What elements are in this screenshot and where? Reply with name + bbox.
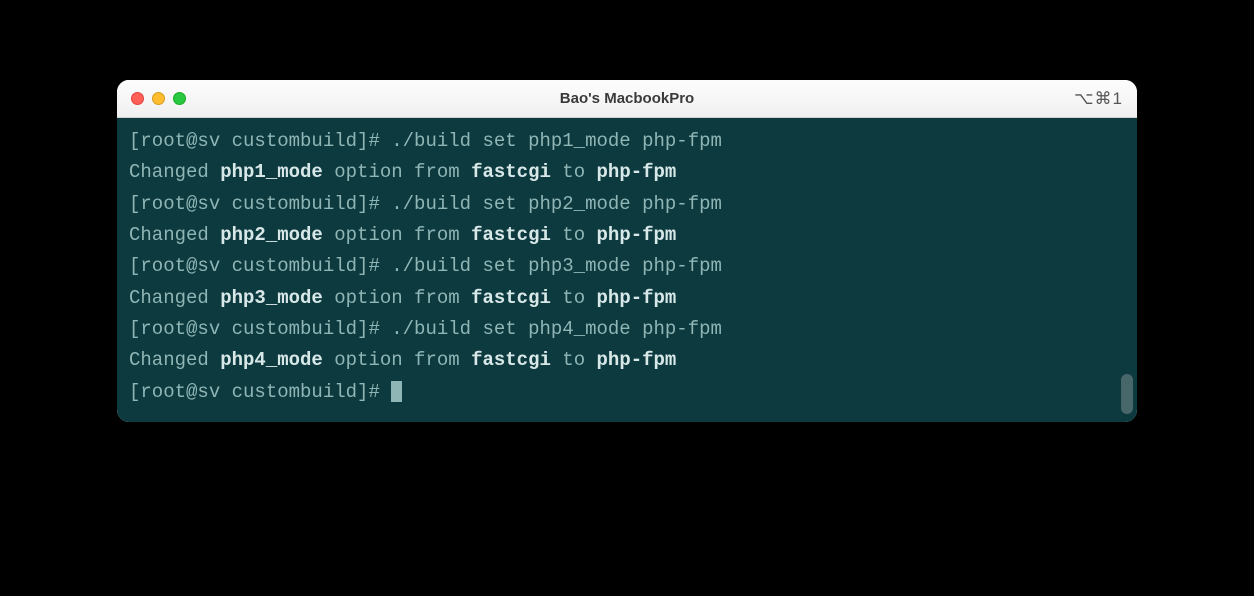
terminal-line: Changed php1_mode option from fastcgi to… <box>129 157 1125 188</box>
terminal-window: Bao's MacbookPro ⌥⌘1 [root@sv custombuil… <box>117 80 1137 422</box>
prompt: [root@sv custombuild]# <box>129 193 391 215</box>
prompt: [root@sv custombuild]# <box>129 255 391 277</box>
terminal-line: [root@sv custombuild]# ./build set php3_… <box>129 251 1125 282</box>
command-text: ./build set php3_mode php-fpm <box>391 255 722 277</box>
shortcut-label: ⌥⌘1 <box>1074 89 1123 109</box>
prompt: [root@sv custombuild]# <box>129 381 391 403</box>
terminal-line: [root@sv custombuild]# ./build set php4_… <box>129 314 1125 345</box>
command-text: ./build set php2_mode php-fpm <box>391 193 722 215</box>
terminal-line: [root@sv custombuild]# ./build set php1_… <box>129 126 1125 157</box>
terminal-line: Changed php4_mode option from fastcgi to… <box>129 345 1125 376</box>
prompt: [root@sv custombuild]# <box>129 318 391 340</box>
terminal-line: [root@sv custombuild]# ./build set php2_… <box>129 189 1125 220</box>
close-icon[interactable] <box>131 92 144 105</box>
command-text: ./build set php4_mode php-fpm <box>391 318 722 340</box>
terminal-line: Changed php3_mode option from fastcgi to… <box>129 283 1125 314</box>
maximize-icon[interactable] <box>173 92 186 105</box>
terminal-body[interactable]: [root@sv custombuild]# ./build set php1_… <box>117 118 1137 422</box>
terminal-line: [root@sv custombuild]# <box>129 377 1125 408</box>
cursor-icon <box>391 381 402 402</box>
titlebar[interactable]: Bao's MacbookPro ⌥⌘1 <box>117 80 1137 118</box>
traffic-lights <box>131 92 186 105</box>
command-text: ./build set php1_mode php-fpm <box>391 130 722 152</box>
window-title: Bao's MacbookPro <box>560 90 694 107</box>
terminal-line: Changed php2_mode option from fastcgi to… <box>129 220 1125 251</box>
minimize-icon[interactable] <box>152 92 165 105</box>
scrollbar-thumb[interactable] <box>1121 374 1133 414</box>
prompt: [root@sv custombuild]# <box>129 130 391 152</box>
